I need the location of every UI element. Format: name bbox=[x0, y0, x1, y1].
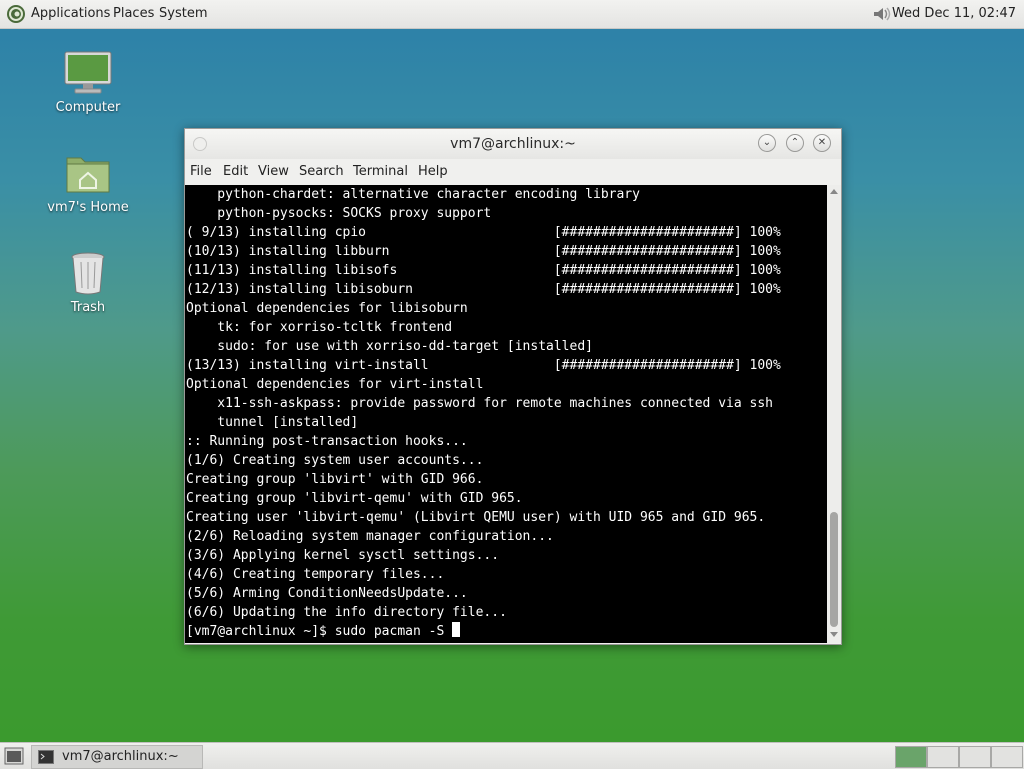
scroll-up-icon[interactable] bbox=[830, 189, 838, 194]
bottom-panel: vm7@archlinux:~ bbox=[0, 742, 1024, 769]
terminal-line: (13/13) installing virt-install [#######… bbox=[186, 358, 781, 373]
applications-menu[interactable]: Applications bbox=[31, 0, 110, 28]
terminal-line: sudo: for use with xorriso-dd-target [in… bbox=[186, 339, 593, 354]
menu-edit[interactable]: Edit bbox=[223, 159, 248, 185]
terminal-line: (6/6) Updating the info directory file..… bbox=[186, 605, 507, 620]
workspace-3[interactable] bbox=[959, 746, 991, 768]
terminal-line: (11/13) installing libisofs [###########… bbox=[186, 263, 781, 278]
terminal-line: python-pysocks: SOCKS proxy support bbox=[186, 206, 492, 221]
system-menu[interactable]: System bbox=[159, 0, 207, 28]
maximize-button[interactable]: ⌃ bbox=[786, 134, 804, 152]
terminal-line: :: Running post-transaction hooks... bbox=[186, 434, 468, 449]
minimize-button[interactable]: ⌄ bbox=[758, 134, 776, 152]
workspace-4[interactable] bbox=[991, 746, 1023, 768]
scroll-down-icon[interactable] bbox=[830, 632, 838, 637]
terminal-icon bbox=[38, 750, 54, 764]
workspace-1[interactable] bbox=[895, 746, 927, 768]
terminal-prompt: [vm7@archlinux ~]$ sudo pacman -S bbox=[186, 624, 453, 639]
terminal-line: Creating user 'libvirt-qemu' (Libvirt QE… bbox=[186, 510, 766, 525]
scrollbar-thumb[interactable] bbox=[830, 512, 838, 627]
taskbar-item-label: vm7@archlinux:~ bbox=[62, 749, 179, 764]
terminal-line: tunnel [installed] bbox=[186, 415, 359, 430]
menu-view[interactable]: View bbox=[258, 159, 289, 185]
terminal-line: (12/13) installing libisoburn [#########… bbox=[186, 282, 781, 297]
workspace-2[interactable] bbox=[927, 746, 959, 768]
terminal-line: Optional dependencies for virt-install bbox=[186, 377, 484, 392]
terminal-line: (1/6) Creating system user accounts... bbox=[186, 453, 484, 468]
terminal-line: python-chardet: alternative character en… bbox=[186, 187, 640, 202]
volume-icon[interactable] bbox=[871, 5, 893, 23]
terminal-line: (5/6) Arming ConditionNeedsUpdate... bbox=[186, 586, 468, 601]
terminal-menubar: File Edit View Search Terminal Help bbox=[185, 159, 841, 185]
taskbar-item-terminal[interactable]: vm7@archlinux:~ bbox=[31, 745, 203, 769]
terminal-line: Optional dependencies for libisoburn bbox=[186, 301, 468, 316]
desktop-icon-label: Trash bbox=[70, 300, 106, 315]
places-menu[interactable]: Places bbox=[113, 0, 154, 28]
text-cursor bbox=[452, 622, 461, 637]
window-title: vm7@archlinux:~ bbox=[450, 136, 576, 152]
terminal-line: ( 9/13) installing cpio [###############… bbox=[186, 225, 781, 240]
close-button[interactable]: ✕ bbox=[813, 134, 831, 152]
clock[interactable]: Wed Dec 11, 02:47 bbox=[892, 0, 1016, 28]
terminal-line: tk: for xorriso-tcltk frontend bbox=[186, 320, 453, 335]
terminal-output[interactable]: python-chardet: alternative character en… bbox=[185, 185, 827, 643]
terminal-line: Creating group 'libvirt-qemu' with GID 9… bbox=[186, 491, 523, 506]
desktop-icon-label: Computer bbox=[55, 100, 121, 115]
terminal-prompt-line[interactable]: [vm7@archlinux ~]$ sudo pacman -S bbox=[186, 622, 461, 641]
trash-icon bbox=[71, 252, 105, 295]
menu-help[interactable]: Help bbox=[418, 159, 448, 185]
desktop-icon-trash[interactable]: Trash bbox=[33, 250, 143, 315]
computer-icon bbox=[64, 51, 112, 94]
terminal-line: (3/6) Applying kernel sysctl settings... bbox=[186, 548, 500, 563]
menu-terminal[interactable]: Terminal bbox=[353, 159, 408, 185]
terminal-line: Creating group 'libvirt' with GID 966. bbox=[186, 472, 484, 487]
desktop-icon-computer[interactable]: Computer bbox=[33, 50, 143, 115]
terminal-line: (2/6) Reloading system manager configura… bbox=[186, 529, 554, 544]
window-titlebar[interactable]: vm7@archlinux:~ ⌄ ⌃ ✕ bbox=[185, 129, 841, 159]
mate-logo-icon[interactable] bbox=[6, 4, 26, 24]
terminal-scrollbar[interactable] bbox=[827, 185, 841, 643]
terminal-window[interactable]: vm7@archlinux:~ ⌄ ⌃ ✕ File Edit View Sea… bbox=[184, 128, 842, 645]
terminal-line: (10/13) installing libburn [############… bbox=[186, 244, 781, 259]
desktop-icon-label: vm7's Home bbox=[47, 200, 129, 215]
terminal-line: (4/6) Creating temporary files... bbox=[186, 567, 445, 582]
home-folder-icon bbox=[66, 157, 110, 193]
desktop-icon-home[interactable]: vm7's Home bbox=[33, 150, 143, 215]
menu-file[interactable]: File bbox=[190, 159, 212, 185]
top-panel: Applications Places System Wed Dec 11, 0… bbox=[0, 0, 1024, 29]
show-desktop-icon[interactable] bbox=[4, 747, 24, 765]
terminal-line: x11-ssh-askpass: provide password for re… bbox=[186, 396, 773, 411]
menu-search[interactable]: Search bbox=[299, 159, 344, 185]
